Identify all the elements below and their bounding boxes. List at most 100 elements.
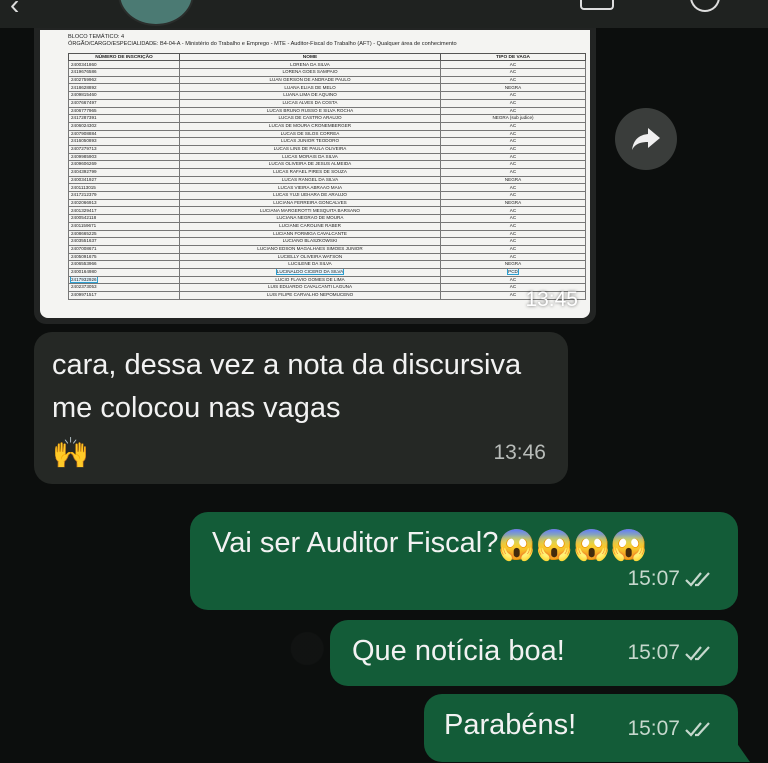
outgoing-message[interactable]: Parabéns! 15:07 [424,694,738,762]
table-cell: LUCAS BRUNO RUSSO E SILVA ROCHA [179,106,441,116]
table-row: 2402066913 LUCIANA FERREIRA GONCALVES NEGR… [68,198,586,208]
table-cell: AC [440,121,586,131]
raising-hands-emoji: 🙌 [52,437,90,470]
table-cell: LORENA DA SILVA [179,60,441,70]
table-cell: 2403551637 [68,237,180,246]
table-cell: 2419676586 [68,68,180,77]
table-cell: AC [440,129,586,139]
candidates-table: NÚMERO DE INSCRIÇÃO NOME TIPO DE VAGA 24… [68,52,586,300]
table-row: 2400341860 LORENA DA SILVA AC [68,60,586,70]
table-row: 2401113015 LUCAS VIEIRA ABRAAO MAIA AC [68,183,586,193]
table-cell: 2407008671 [68,244,180,254]
table-row: 2404392799 LUCAS RAFAEL PIRES DE SOUZA AC [68,168,586,177]
avatar[interactable] [118,0,194,26]
table-cell: LUCAS JUNIOR TEODORO [179,137,441,146]
message-status: 15:07 [627,707,716,750]
outgoing-message[interactable]: Vai ser Auditor Fiscal?😱😱😱😱 15:07 [190,512,738,610]
incoming-message[interactable]: cara, dessa vez a nota da discursiva me … [34,332,568,484]
table-row: 2417287391 LUCAS DE CASTRO ARAUJO NEGRA (s… [68,114,586,123]
message-time: 15:07 [627,717,680,740]
table-cell: 2418628892 [68,83,180,93]
table-cell: 2417287391 [68,114,180,123]
table-row: 2400164980 LUCINALDO CICERO DA SILVA PCD [68,267,586,277]
table-cell: LUCIANN FORMIGA CAVALCANTE [179,229,441,239]
back-arrow-icon[interactable]: ‹ [10,0,40,20]
table-cell: 2401159671 [68,221,180,231]
message-body: Que notícia boa! [352,635,565,667]
table-cell: LUANA ELIAS DE MELO [179,83,441,93]
highlighted-text: LUCINALDO CICERO DA SILVA [275,269,345,276]
message-text: Vai ser Auditor Fiscal?😱😱😱😱 [212,522,648,565]
table-cell: LUIS EDUARDO CAVALCANTI LAGUNA [179,283,441,292]
table-cell: NEGRA [440,260,586,269]
table-cell: LUCAS MORAIS DA SILVA [179,152,441,162]
table-cell: LUCAS RAFAEL PIRES DE SOUZA [179,168,441,177]
table-row: 2403551637 LUCIANO BLASZKOWSKI AC [68,237,586,246]
table-row: 2409971517 LUIS FILIPE CARVALHO NEPOMUCEN… [68,291,586,300]
table-cell: 2402759962 [68,75,180,85]
table-cell: 2406777965 [68,106,180,116]
bubble-tail [736,742,750,762]
message-time: 15:07 [627,567,680,590]
message-body: Vai ser Auditor Fiscal? [212,527,499,559]
table-cell: NEGRA (sub judice) [440,114,586,123]
table-cell: 2406553966 [68,260,180,269]
table-row: 2408665225 LUCIANN FORMIGA CAVALCANTE AC [68,229,586,239]
phone-call-icon[interactable] [690,0,720,12]
table-cell: 2400542118 [68,214,180,223]
table-cell: 2400341860 [68,60,180,70]
table-cell: AC [440,144,586,154]
message-text: cara, dessa vez a nota da discursiva me … [52,344,552,473]
table-cell: LUAN GERSON DE ANDRADE PAULO [179,75,441,85]
table-cell: LUCILENE DA SILVA [179,260,441,269]
table-cell: AC [440,160,586,169]
table-cell: 2402373053 [68,283,180,292]
document-bloco: BLOCO TEMÁTICO: 4 [68,34,125,40]
table-cell: 2409815460 [68,91,180,100]
table-cell: AC [440,191,586,200]
table-cell: AC [440,60,586,70]
image-message[interactable]: BLOCO TEMÁTICO: 4 ÓRGÃO/CARGO/ESPECIALID… [34,28,596,324]
column-header: NOME [179,52,441,62]
table-cell: LORENA GOES SAMPAIO [179,68,441,77]
table-row: 2406553966 LUCILENE DA SILVA NEGRA [68,260,586,269]
table-cell: 2401113015 [68,183,180,193]
table-cell: LUCINALDO CICERO DA SILVA [179,267,441,277]
table-cell: AC [440,137,586,146]
table-cell: 2402066913 [68,198,180,208]
message-status: 15:07 [627,557,716,600]
column-header: TIPO DE VAGA [440,52,586,62]
table-cell: AC [440,168,586,177]
video-call-icon[interactable] [580,0,614,10]
table-cell: AC [440,75,586,85]
table-cell: 2417932926 [68,275,180,285]
table-row: 2406024302 LUCAS DE MOURA CRONEMBERGER AC [68,121,586,131]
table-cell: 2409985903 [68,152,180,162]
table-cell: LUCIANE CAROLINE RABER [179,221,441,231]
table-cell: LUCAS DE CASTRO ARAUJO [179,114,441,123]
outgoing-message[interactable]: Que notícia boa! 15:07 [330,620,738,686]
table-cell: LUCIANA FERREIRA GONCALVES [179,198,441,208]
table-row: 2419676586 LORENA GOES SAMPAIO AC [68,68,586,77]
table-row: 2405091675 LUCIELLY OLIVEIRA WATSON AC [68,252,586,262]
table-row: 2409606269 LUCAS OLIVEIRA DE JESUS ALMEID… [68,160,586,169]
message-body: cara, dessa vez a nota da discursiva me … [52,349,522,424]
highlighted-text: PCD [507,269,519,276]
chat-header: ‹ [0,0,768,28]
table-cell: LUCIANA NEGRAO DE MOURA [179,214,441,223]
table-row: 2407008671 LUCIANO EDSON MAGALHAES SIMOES… [68,244,586,254]
table-cell: LUIS FILIPE CARVALHO NEPOMUCENO [179,291,441,300]
table-cell: AC [440,221,586,231]
table-cell: NEGRA [440,83,586,93]
document-header: BLOCO TEMÁTICO: 4 ÓRGÃO/CARGO/ESPECIALID… [68,34,457,48]
table-cell: AC [440,68,586,77]
table-cell: 2407667497 [68,98,180,108]
table-cell: 2400341927 [68,175,180,185]
table-cell: LUANA LIMA DE AQUINO [179,91,441,100]
highlighted-text: 2417932926 [70,276,98,283]
forward-button[interactable] [615,108,677,170]
document-photo[interactable]: BLOCO TEMÁTICO: 4 ÓRGÃO/CARGO/ESPECIALID… [40,30,590,318]
table-cell: AC [440,98,586,108]
table-cell: 2401329417 [68,206,180,216]
table-cell: 2416050893 [68,137,180,146]
